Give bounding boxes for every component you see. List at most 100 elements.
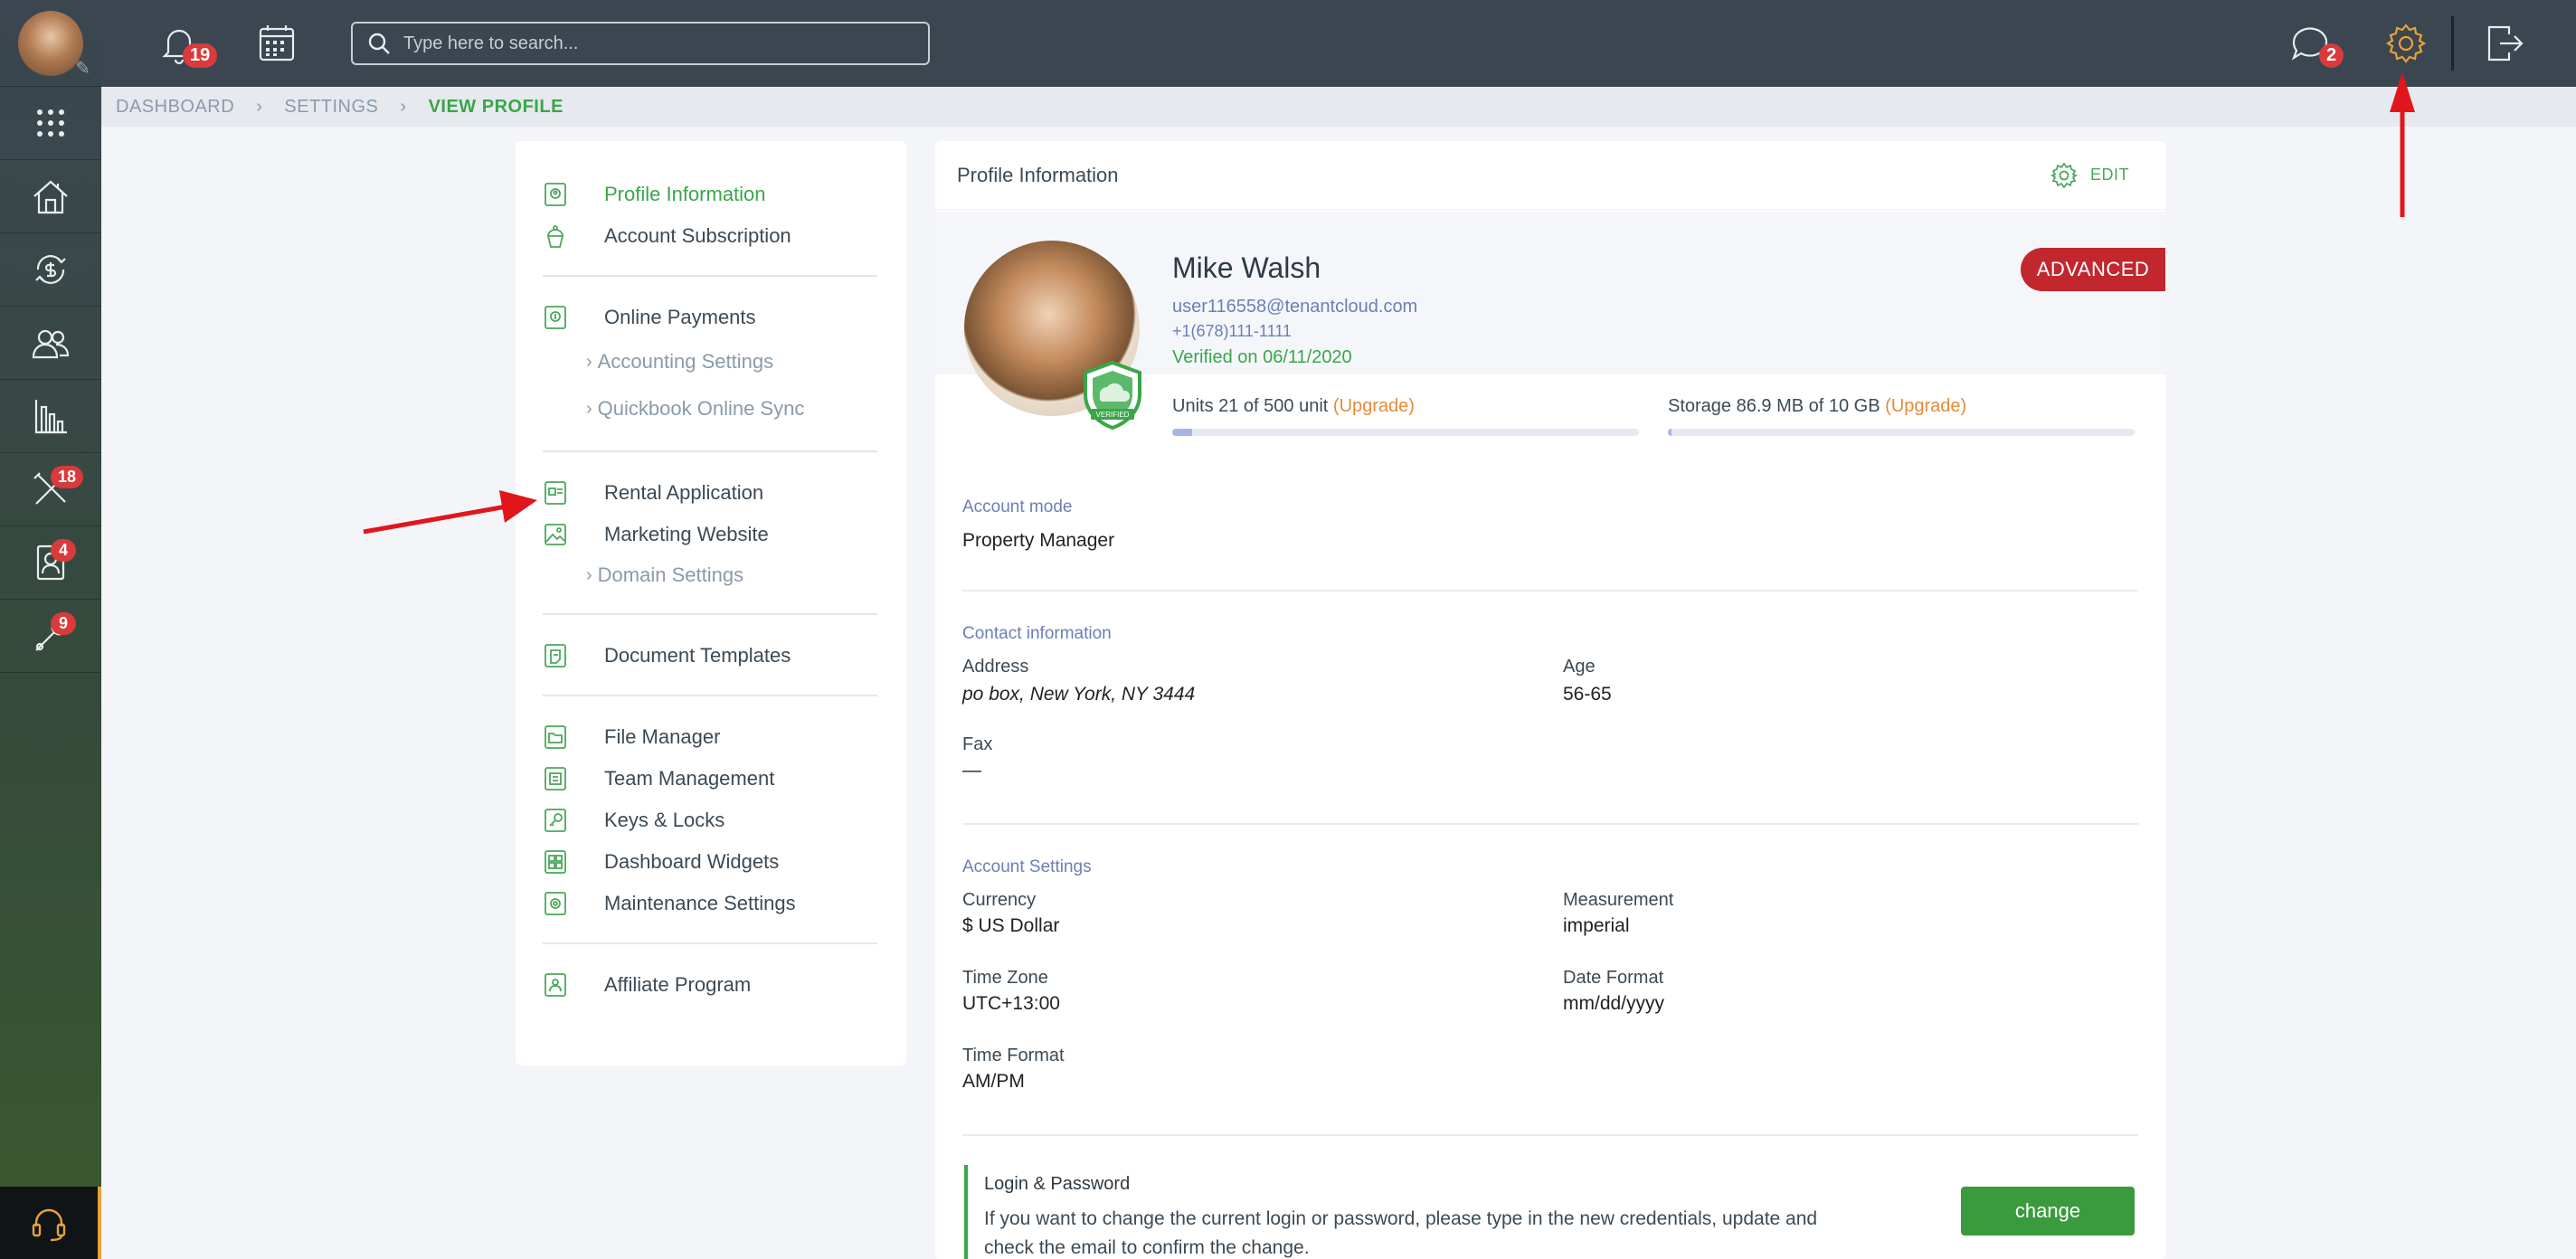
- menu-affiliate-program[interactable]: Affiliate Program: [543, 964, 877, 1006]
- menu-divider: [543, 942, 877, 944]
- notifications-button[interactable]: 19: [157, 22, 218, 68]
- storage-progress-bar: [1668, 429, 2135, 436]
- chevron-right-icon: ›: [586, 398, 592, 419]
- panel-header: Profile Information EDIT: [935, 141, 2165, 210]
- menu-divider: [543, 613, 877, 615]
- menu-maintenance-settings[interactable]: Maintenance Settings: [543, 883, 877, 924]
- sidebar-item-payments[interactable]: [0, 233, 101, 307]
- gear-icon: [2385, 24, 2427, 63]
- sidebar-item-maintenance[interactable]: 18: [0, 453, 101, 526]
- widgets-icon: [543, 849, 568, 875]
- messages-badge: 2: [2319, 43, 2344, 68]
- units-usage: Units 21 of 500 unit (Upgrade): [1172, 396, 1415, 417]
- menu-online-payments[interactable]: Online Payments: [543, 297, 877, 338]
- document-icon: [543, 643, 568, 668]
- age-label: Age: [1563, 657, 1596, 677]
- people-icon: [32, 329, 70, 359]
- menu-label: File Manager: [604, 725, 721, 748]
- units-progress-fill: [1172, 429, 1192, 436]
- menu-file-manager[interactable]: File Manager: [543, 716, 877, 758]
- breadcrumb-dashboard[interactable]: DASHBOARD: [116, 97, 234, 118]
- edit-button[interactable]: EDIT: [2050, 162, 2129, 189]
- menu-dashboard-widgets[interactable]: Dashboard Widgets: [543, 841, 877, 883]
- sidebar-item-people[interactable]: [0, 307, 101, 380]
- sidebar-item-tools[interactable]: 9: [0, 600, 101, 673]
- chevron-right-icon: ›: [586, 564, 592, 585]
- logout-button[interactable]: [2482, 22, 2525, 65]
- profile-phone[interactable]: +1(678)111-1111: [1172, 322, 1292, 341]
- menu-domain-settings[interactable]: › Domain Settings: [543, 555, 877, 595]
- logout-icon: [2487, 25, 2524, 62]
- menu-profile-information[interactable]: Profile Information: [543, 174, 877, 215]
- measurement-label: Measurement: [1563, 890, 1674, 910]
- search-box[interactable]: [351, 22, 930, 65]
- menu-account-subscription[interactable]: Account Subscription: [543, 215, 877, 257]
- properties-icon: [33, 180, 68, 214]
- measurement-value: imperial: [1563, 915, 1630, 936]
- storage-upgrade-link[interactable]: (Upgrade): [1885, 396, 1966, 416]
- headset-icon: [32, 1208, 66, 1242]
- reports-icon: [34, 400, 67, 434]
- sidebar-item-properties[interactable]: [0, 160, 101, 233]
- arrow-to-rental-application: [363, 490, 537, 535]
- currency-label: Currency: [962, 890, 1037, 910]
- apps-grid-icon: [37, 109, 64, 137]
- account-mode-value: Property Manager: [962, 530, 1115, 551]
- section-divider: [962, 1134, 2138, 1136]
- folder-icon: [543, 724, 568, 750]
- search-input[interactable]: [403, 33, 910, 54]
- menu-divider: [543, 695, 877, 696]
- menu-team-management[interactable]: Team Management: [543, 758, 877, 800]
- profile-panel: Profile Information EDIT VERIFIED Mike W…: [935, 141, 2165, 1259]
- team-icon: [543, 766, 568, 791]
- settings-button[interactable]: [2384, 22, 2428, 65]
- menu-label: Marketing Website: [604, 523, 769, 545]
- menu-label: Maintenance Settings: [604, 892, 796, 914]
- maintenance-badge: 18: [51, 466, 84, 488]
- menu-label: Account Subscription: [604, 224, 791, 247]
- sidebar-item-tenants[interactable]: 4: [0, 526, 101, 600]
- avatar[interactable]: ✎: [18, 10, 90, 79]
- login-description: If you want to change the current login …: [984, 1208, 1818, 1258]
- menu-keys-locks[interactable]: Keys & Locks: [543, 800, 877, 841]
- sidebar-item-apps[interactable]: [0, 87, 101, 160]
- account-mode-heading: Account mode: [962, 497, 1073, 516]
- application-card-icon: [543, 480, 568, 506]
- tools-badge: 9: [51, 612, 76, 635]
- menu-rental-application[interactable]: Rental Application: [543, 472, 877, 514]
- pin-icon[interactable]: ✎: [75, 57, 90, 80]
- support-button[interactable]: [0, 1187, 101, 1259]
- cupcake-icon: [543, 223, 568, 249]
- timezone-label: Time Zone: [962, 968, 1048, 988]
- breadcrumb-settings[interactable]: SETTINGS: [284, 97, 378, 118]
- tenants-badge: 4: [51, 539, 76, 562]
- plan-badge: ADVANCED: [2021, 248, 2165, 291]
- timeformat-label: Time Format: [962, 1046, 1065, 1065]
- user-avatar-block[interactable]: ✎: [0, 0, 101, 87]
- affiliate-icon: [543, 972, 568, 998]
- menu-divider: [543, 275, 877, 277]
- menu-label: Dashboard Widgets: [604, 850, 780, 873]
- payments-card-icon: [543, 305, 568, 330]
- menu-label: Profile Information: [604, 183, 766, 205]
- section-divider: [962, 823, 2138, 825]
- profile-email[interactable]: user116558@tenantcloud.com: [1172, 297, 1417, 317]
- calendar-button[interactable]: [255, 22, 298, 65]
- age-value: 56-65: [1563, 684, 1612, 705]
- contact-heading: Contact information: [962, 624, 1112, 643]
- menu-document-templates[interactable]: Document Templates: [543, 635, 877, 677]
- menu-label: Online Payments: [604, 306, 756, 328]
- dateformat-label: Date Format: [1563, 968, 1664, 988]
- section-divider: [962, 590, 2138, 592]
- menu-accounting-settings[interactable]: › Accounting Settings: [543, 338, 877, 385]
- payments-icon: [35, 255, 66, 284]
- menu-quickbook-sync[interactable]: › Quickbook Online Sync: [543, 385, 877, 432]
- fax-value: —: [962, 760, 981, 781]
- menu-marketing-website[interactable]: Marketing Website: [543, 514, 877, 555]
- change-login-button[interactable]: change: [1961, 1187, 2135, 1235]
- sidebar-item-reports[interactable]: [0, 380, 101, 453]
- profile-card-icon: [543, 182, 568, 207]
- messages-button[interactable]: 2: [2288, 22, 2344, 68]
- timeformat-value: AM/PM: [962, 1071, 1025, 1092]
- units-upgrade-link[interactable]: (Upgrade): [1333, 396, 1415, 416]
